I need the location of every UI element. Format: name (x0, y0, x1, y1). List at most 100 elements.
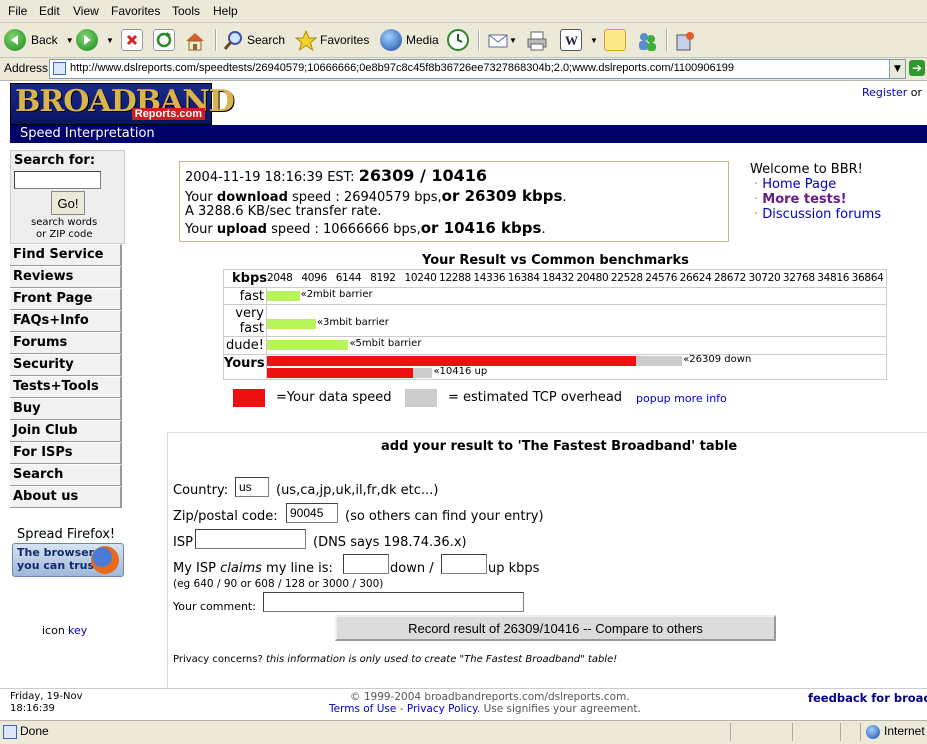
go-button[interactable]: Go! (51, 191, 85, 215)
nav-reviews[interactable]: Reviews (10, 266, 122, 288)
history-button[interactable] (447, 27, 469, 53)
search-icon (222, 30, 242, 50)
menu-favorites[interactable]: Favorites (111, 4, 160, 18)
zip-input[interactable] (286, 503, 338, 523)
popup-more-info-link[interactable]: popup more info (636, 392, 727, 405)
up-speed-input[interactable] (441, 554, 487, 574)
media-globe-icon (380, 29, 402, 51)
toolbar-separator (215, 29, 217, 51)
discuss-button[interactable] (604, 27, 626, 53)
menu-edit[interactable]: Edit (39, 4, 60, 18)
x-tick-label: 34816 (817, 272, 850, 284)
edit-dropdown-icon[interactable]: ▼ (590, 36, 598, 45)
menu-help[interactable]: Help (213, 4, 238, 18)
down-speed-input[interactable] (343, 554, 389, 574)
nav-join-club[interactable]: Join Club (10, 420, 122, 442)
country-hint: (us,ca,jp,uk,il,fr,dk etc...) (276, 483, 439, 498)
search-hint: search words (31, 217, 98, 228)
terms-of-use-link[interactable]: Terms of Use (329, 703, 396, 715)
back-dropdown-icon[interactable]: ▼ (66, 36, 74, 45)
footer-date: Friday, 19-Nov (10, 691, 83, 702)
address-url: http://www.dslreports.com/speedtests/269… (70, 62, 734, 74)
nav-label: For ISPs (13, 445, 73, 460)
toolbar-separator (666, 29, 668, 51)
menu-tools[interactable]: Tools (172, 4, 200, 18)
site-logo[interactable]: BROADBAND Reports.com (10, 83, 235, 125)
favorites-button[interactable]: Favorites (294, 27, 369, 53)
nav-search[interactable]: Search (10, 464, 122, 486)
messenger-button[interactable] (636, 27, 656, 53)
media-button[interactable]: Media (380, 27, 439, 53)
address-input[interactable]: http://www.dslreports.com/speedtests/269… (49, 59, 906, 79)
x-tick-label: 4096 (301, 272, 327, 284)
word-edit-icon: W (560, 29, 582, 51)
footer-legal: Terms of Use - Privacy Policy. Use signi… (329, 703, 641, 715)
text: Privacy concerns? (173, 654, 263, 665)
country-input[interactable] (235, 477, 269, 497)
forward-button[interactable]: ▼ (76, 27, 114, 53)
x-tick-label: 14336 (473, 272, 506, 284)
history-clock-icon (447, 29, 469, 51)
address-dropdown-icon[interactable]: ▼ (889, 60, 905, 78)
sidebar-search-input[interactable] (14, 171, 101, 189)
nav-forums[interactable]: Forums (10, 332, 122, 354)
nav-label: Join Club (13, 423, 78, 438)
text: Your (185, 190, 213, 205)
register-link[interactable]: Register (862, 86, 907, 99)
privacy-policy-link[interactable]: Privacy Policy (407, 703, 477, 715)
nav-tests-tools[interactable]: Tests+Tools (10, 376, 122, 398)
nav-about-us[interactable]: About us (10, 486, 122, 508)
chart-row-divider (224, 304, 886, 305)
nav-front-page[interactable]: Front Page (10, 288, 122, 310)
nav-label: Search (13, 467, 64, 482)
print-button[interactable] (526, 27, 547, 53)
chart-bar (267, 340, 349, 350)
download-word: download (216, 190, 288, 205)
search-button[interactable]: Search (222, 27, 285, 53)
back-button[interactable]: Back ▼ (4, 27, 74, 53)
home-button[interactable] (184, 27, 204, 53)
stop-button[interactable] (121, 27, 143, 53)
zip-label: Zip/postal code: (173, 509, 278, 524)
x-tick-label: 20480 (576, 272, 609, 284)
go-arrow-icon[interactable]: ➔ (909, 60, 925, 76)
x-tick-label: 36864 (851, 272, 884, 284)
nav-find-service[interactable]: Find Service (10, 244, 122, 266)
more-tests-link[interactable]: More tests! (762, 192, 846, 207)
mail-button[interactable]: ▼ (487, 27, 517, 53)
chart-x-unit: kbps (232, 271, 267, 286)
mail-icon (487, 30, 508, 50)
feedback-link[interactable]: feedback for broadba (808, 691, 927, 705)
menu-file[interactable]: File (8, 4, 27, 18)
privacy-note: Privacy concerns? this information is on… (173, 654, 617, 665)
sticky-note-icon (604, 29, 626, 51)
welcome-box: Welcome to BBR! · Home Page · More tests… (750, 162, 881, 222)
address-label: Address (4, 61, 49, 75)
nav-for-isps[interactable]: For ISPs (10, 442, 122, 464)
nav-buy[interactable]: Buy (10, 398, 122, 420)
nav-faqs-info[interactable]: FAQs+Info (10, 310, 122, 332)
text: Your (185, 222, 213, 237)
comment-input[interactable] (263, 592, 524, 612)
status-divider (860, 723, 861, 741)
record-result-button[interactable]: Record result of 26309/10416 -- Compare … (335, 615, 776, 641)
discussion-forums-link[interactable]: Discussion forums (762, 207, 881, 222)
menu-view[interactable]: View (73, 4, 99, 18)
forward-dropdown-icon[interactable]: ▼ (106, 36, 114, 45)
refresh-icon (153, 29, 175, 51)
x-tick-label: 32768 (782, 272, 815, 284)
home-page-link[interactable]: Home Page (762, 177, 836, 192)
back-label: Back (31, 33, 58, 47)
media-label: Media (406, 33, 439, 47)
research-button[interactable] (674, 27, 694, 53)
forward-arrow-icon (76, 29, 98, 51)
stop-icon (121, 29, 143, 51)
edit-button[interactable]: W ▼ (560, 27, 598, 53)
firefox-badge[interactable]: The browser you can trust (12, 543, 124, 577)
status-divider (730, 723, 731, 741)
icon-key-link[interactable]: key (68, 624, 87, 637)
mail-dropdown-icon[interactable]: ▼ (509, 36, 517, 45)
isp-input[interactable] (195, 529, 306, 549)
nav-security[interactable]: Security (10, 354, 122, 376)
refresh-button[interactable] (153, 27, 175, 53)
